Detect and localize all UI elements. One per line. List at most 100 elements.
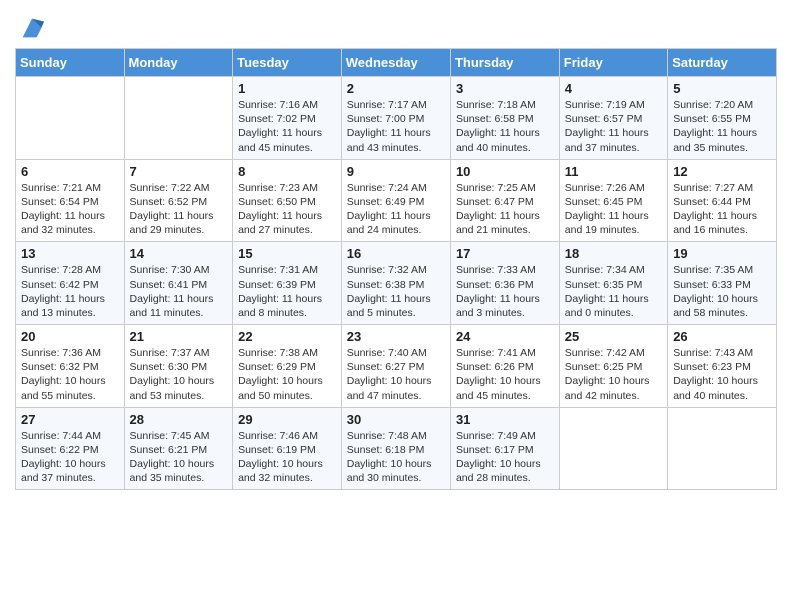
calendar-cell: 14Sunrise: 7:30 AM Sunset: 6:41 PM Dayli…: [124, 242, 233, 325]
calendar-cell: 22 Sunrise: 7:38 AM Sunset: 6:29 PM Dayli…: [233, 325, 342, 408]
logo: [15, 14, 46, 42]
calendar-cell: 13 Sunrise: 7:28 AM Sunset: 6:42 PM Dayli…: [16, 242, 125, 325]
calendar-cell: 28 Sunrise: 7:45 AM Sunset: 6:21 PM Dayli…: [124, 407, 233, 490]
calendar-cell: 2 Sunrise: 7:17 AM Sunset: 7:00 PM Daylig…: [341, 77, 450, 160]
calendar-cell: 6 Sunrise: 7:21 AM Sunset: 6:54 PM Daylig…: [16, 159, 125, 242]
day-info: Sunrise: 7:27 AM Sunset: 6:44 PM Dayligh…: [673, 181, 771, 238]
calendar-cell: 15 Sunrise: 7:31 AM Sunset: 6:39 PM Dayli…: [233, 242, 342, 325]
calendar-cell: 12 Sunrise: 7:27 AM Sunset: 6:44 PM Dayli…: [668, 159, 777, 242]
calendar-week-row: 1Sunrise: 7:16 AM Sunset: 7:02 PM Daylig…: [16, 77, 777, 160]
day-header-thursday: Thursday: [450, 49, 559, 77]
calendar-cell: 20 Sunrise: 7:36 AM Sunset: 6:32 PM Dayli…: [16, 325, 125, 408]
day-info: Sunrise: 7:35 AM Sunset: 6:33 PM Dayligh…: [673, 263, 771, 320]
calendar-cell: 16 Sunrise: 7:32 AM Sunset: 6:38 PM Dayli…: [341, 242, 450, 325]
calendar-cell: 9 Sunrise: 7:24 AM Sunset: 6:49 PM Daylig…: [341, 159, 450, 242]
calendar-cell: 27 Sunrise: 7:44 AM Sunset: 6:22 PM Dayli…: [16, 407, 125, 490]
day-info: Sunrise: 7:25 AM Sunset: 6:47 PM Dayligh…: [456, 181, 554, 238]
calendar-cell: 21 Sunrise: 7:37 AM Sunset: 6:30 PM Dayli…: [124, 325, 233, 408]
day-info: Sunrise: 7:19 AM Sunset: 6:57 PM Dayligh…: [565, 98, 662, 155]
calendar-week-row: 27 Sunrise: 7:44 AM Sunset: 6:22 PM Dayli…: [16, 407, 777, 490]
day-number: 17: [456, 246, 554, 261]
calendar-cell: 25Sunrise: 7:42 AM Sunset: 6:25 PM Dayli…: [559, 325, 667, 408]
calendar-cell: 7Sunrise: 7:22 AM Sunset: 6:52 PM Daylig…: [124, 159, 233, 242]
day-info: Sunrise: 7:23 AM Sunset: 6:50 PM Dayligh…: [238, 181, 336, 238]
day-number: 26: [673, 329, 771, 344]
day-number: 24: [456, 329, 554, 344]
day-info: Sunrise: 7:34 AM Sunset: 6:35 PM Dayligh…: [565, 263, 662, 320]
calendar-cell: 8 Sunrise: 7:23 AM Sunset: 6:50 PM Daylig…: [233, 159, 342, 242]
day-info: Sunrise: 7:31 AM Sunset: 6:39 PM Dayligh…: [238, 263, 336, 320]
day-header-friday: Friday: [559, 49, 667, 77]
day-info: Sunrise: 7:18 AM Sunset: 6:58 PM Dayligh…: [456, 98, 554, 155]
calendar-cell: 5Sunrise: 7:20 AM Sunset: 6:55 PM Daylig…: [668, 77, 777, 160]
calendar-cell: 30 Sunrise: 7:48 AM Sunset: 6:18 PM Dayli…: [341, 407, 450, 490]
calendar-cell: [668, 407, 777, 490]
day-info: Sunrise: 7:32 AM Sunset: 6:38 PM Dayligh…: [347, 263, 445, 320]
day-info: Sunrise: 7:20 AM Sunset: 6:55 PM Dayligh…: [673, 98, 771, 155]
day-number: 3: [456, 81, 554, 96]
day-info: Sunrise: 7:17 AM Sunset: 7:00 PM Dayligh…: [347, 98, 445, 155]
calendar-week-row: 6 Sunrise: 7:21 AM Sunset: 6:54 PM Daylig…: [16, 159, 777, 242]
day-info: Sunrise: 7:33 AM Sunset: 6:36 PM Dayligh…: [456, 263, 554, 320]
day-number: 31: [456, 412, 554, 427]
calendar-cell: 23 Sunrise: 7:40 AM Sunset: 6:27 PM Dayli…: [341, 325, 450, 408]
day-number: 20: [21, 329, 119, 344]
calendar-cell: 10 Sunrise: 7:25 AM Sunset: 6:47 PM Dayli…: [450, 159, 559, 242]
day-info: Sunrise: 7:43 AM Sunset: 6:23 PM Dayligh…: [673, 346, 771, 403]
day-number: 23: [347, 329, 445, 344]
day-number: 12: [673, 164, 771, 179]
calendar-cell: 19 Sunrise: 7:35 AM Sunset: 6:33 PM Dayli…: [668, 242, 777, 325]
day-number: 28: [130, 412, 228, 427]
calendar-cell: 31Sunrise: 7:49 AM Sunset: 6:17 PM Dayli…: [450, 407, 559, 490]
day-header-saturday: Saturday: [668, 49, 777, 77]
calendar-week-row: 13 Sunrise: 7:28 AM Sunset: 6:42 PM Dayli…: [16, 242, 777, 325]
day-info: Sunrise: 7:41 AM Sunset: 6:26 PM Dayligh…: [456, 346, 554, 403]
day-number: 27: [21, 412, 119, 427]
day-info: Sunrise: 7:48 AM Sunset: 6:18 PM Dayligh…: [347, 429, 445, 486]
day-number: 15: [238, 246, 336, 261]
day-number: 4: [565, 81, 662, 96]
day-number: 13: [21, 246, 119, 261]
day-info: Sunrise: 7:26 AM Sunset: 6:45 PM Dayligh…: [565, 181, 662, 238]
calendar-cell: 29Sunrise: 7:46 AM Sunset: 6:19 PM Dayli…: [233, 407, 342, 490]
day-info: Sunrise: 7:37 AM Sunset: 6:30 PM Dayligh…: [130, 346, 228, 403]
calendar-table: SundayMondayTuesdayWednesdayThursdayFrid…: [15, 48, 777, 490]
day-number: 22: [238, 329, 336, 344]
day-number: 2: [347, 81, 445, 96]
day-info: Sunrise: 7:28 AM Sunset: 6:42 PM Dayligh…: [21, 263, 119, 320]
day-info: Sunrise: 7:36 AM Sunset: 6:32 PM Dayligh…: [21, 346, 119, 403]
day-number: 9: [347, 164, 445, 179]
day-number: 6: [21, 164, 119, 179]
day-header-sunday: Sunday: [16, 49, 125, 77]
calendar-cell: 24 Sunrise: 7:41 AM Sunset: 6:26 PM Dayli…: [450, 325, 559, 408]
calendar-cell: [16, 77, 125, 160]
day-info: Sunrise: 7:44 AM Sunset: 6:22 PM Dayligh…: [21, 429, 119, 486]
calendar-cell: 26 Sunrise: 7:43 AM Sunset: 6:23 PM Dayli…: [668, 325, 777, 408]
day-header-wednesday: Wednesday: [341, 49, 450, 77]
day-info: Sunrise: 7:21 AM Sunset: 6:54 PM Dayligh…: [21, 181, 119, 238]
day-number: 30: [347, 412, 445, 427]
calendar-cell: 17 Sunrise: 7:33 AM Sunset: 6:36 PM Dayli…: [450, 242, 559, 325]
day-number: 14: [130, 246, 228, 261]
day-number: 16: [347, 246, 445, 261]
calendar-cell: [559, 407, 667, 490]
day-number: 25: [565, 329, 662, 344]
day-number: 21: [130, 329, 228, 344]
day-number: 19: [673, 246, 771, 261]
day-number: 11: [565, 164, 662, 179]
calendar-cell: 18 Sunrise: 7:34 AM Sunset: 6:35 PM Dayli…: [559, 242, 667, 325]
day-info: Sunrise: 7:24 AM Sunset: 6:49 PM Dayligh…: [347, 181, 445, 238]
page-header: [15, 10, 777, 42]
calendar-week-row: 20 Sunrise: 7:36 AM Sunset: 6:32 PM Dayli…: [16, 325, 777, 408]
day-number: 10: [456, 164, 554, 179]
day-info: Sunrise: 7:40 AM Sunset: 6:27 PM Dayligh…: [347, 346, 445, 403]
calendar-cell: 1Sunrise: 7:16 AM Sunset: 7:02 PM Daylig…: [233, 77, 342, 160]
day-info: Sunrise: 7:45 AM Sunset: 6:21 PM Dayligh…: [130, 429, 228, 486]
day-info: Sunrise: 7:38 AM Sunset: 6:29 PM Dayligh…: [238, 346, 336, 403]
day-number: 8: [238, 164, 336, 179]
calendar-cell: 4 Sunrise: 7:19 AM Sunset: 6:57 PM Daylig…: [559, 77, 667, 160]
logo-icon: [18, 14, 46, 42]
day-info: Sunrise: 7:46 AM Sunset: 6:19 PM Dayligh…: [238, 429, 336, 486]
calendar-cell: 11 Sunrise: 7:26 AM Sunset: 6:45 PM Dayli…: [559, 159, 667, 242]
day-number: 18: [565, 246, 662, 261]
